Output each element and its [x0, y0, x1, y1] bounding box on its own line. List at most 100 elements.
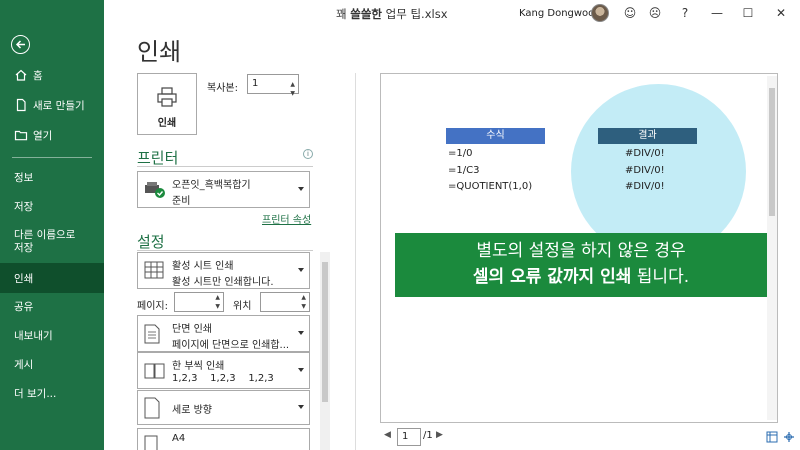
sides-title: 단면 인쇄 — [172, 324, 212, 335]
sidebar-item-label: 열기 — [33, 129, 53, 142]
collate-dropdown[interactable]: 한 부씩 인쇄 1,2,3 1,2,3 1,2,3 — [137, 352, 310, 389]
copies-input[interactable]: 1 ▲ ▼ — [247, 74, 299, 97]
callout-line2-rest: 됩니다. — [631, 267, 690, 287]
print-preview: 수식 결과 =1/0 #DIV/0! =1/C3 #DIV/0! =QUOTIE… — [380, 73, 778, 423]
sidebar-item-label: 공유 — [14, 300, 34, 313]
annotation-callout: 별도의 설정을 하지 않은 경우 셀의 오류 값까지 인쇄 됩니다. — [395, 233, 767, 297]
spin-down-icon[interactable]: ▼ — [290, 85, 295, 103]
pages-label: 페이지: — [137, 301, 168, 312]
printer-dropdown[interactable]: 오픈잇_흑백복합기 준비 — [137, 171, 310, 208]
sidebar-item-print[interactable]: 인쇄 — [0, 263, 104, 293]
open-folder-icon — [14, 130, 28, 141]
sidebar-item-info[interactable]: 정보 — [0, 162, 104, 192]
chevron-down-icon — [298, 404, 304, 409]
printer-ready-icon — [145, 182, 165, 198]
printer-name: 오픈잇_흑백복합기 — [172, 180, 251, 191]
printer-properties-link[interactable]: 프린터 속성 — [262, 211, 311, 226]
pane-divider — [355, 73, 356, 450]
print-button[interactable]: 인쇄 — [137, 73, 197, 135]
sidebar-item-label: 내보내기 — [14, 329, 53, 342]
sidebar-item-label: 저장 — [14, 200, 34, 213]
orientation-dropdown[interactable]: 세로 방향 — [137, 390, 310, 425]
sides-dropdown[interactable]: 단면 인쇄 페이지에 단면으로 인쇄합... — [137, 315, 310, 352]
spin-up-icon[interactable]: ▲ — [215, 294, 220, 301]
sidebar-item-new[interactable]: 새로 만들기 — [0, 90, 104, 120]
zoom-to-page-icon[interactable] — [783, 431, 795, 443]
avatar[interactable] — [591, 4, 609, 22]
copies-value: 1 — [252, 78, 259, 89]
sidebar-item-publish[interactable]: 게시 — [0, 349, 104, 379]
spin-down-icon[interactable]: ▼ — [301, 303, 306, 310]
user-name[interactable]: Kang Dongwoo — [519, 8, 594, 19]
portrait-page-icon — [144, 397, 160, 419]
smile-icon[interactable]: ☺ — [622, 5, 638, 21]
new-file-icon — [16, 98, 26, 112]
sidebar-item-label: 홈 — [33, 69, 43, 82]
paper-size-title: A4 — [172, 433, 186, 444]
title-bar: 꽤 쓸쓸한 업무 팁.xlsx Kang Dongwoo ☺ ☹ ? — ☐ ✕ — [104, 0, 800, 28]
pages-from-input[interactable]: ▲ ▼ — [174, 292, 224, 312]
sidebar-item-label: 정보 — [14, 171, 34, 184]
frown-icon[interactable]: ☹ — [647, 5, 663, 21]
maximize-icon[interactable]: ☐ — [740, 5, 756, 21]
page-number-input[interactable]: 1 — [397, 428, 421, 446]
table-cell-formula: =1/0 — [448, 148, 473, 159]
sidebar-item-more[interactable]: 더 보기... — [0, 378, 104, 408]
document-title: 꽤 쓸쓸한 업무 팁.xlsx — [336, 6, 448, 22]
scrollbar-thumb[interactable] — [769, 88, 775, 216]
pages-to-input[interactable]: ▲ ▼ — [260, 292, 310, 312]
sidebar-item-save[interactable]: 저장 — [0, 191, 104, 221]
sheet-grid-icon — [144, 261, 164, 279]
orientation-title: 세로 방향 — [172, 405, 212, 416]
sidebar-item-export[interactable]: 내보내기 — [0, 320, 104, 350]
sidebar-item-home[interactable]: 홈 — [0, 60, 104, 90]
spin-down-icon[interactable]: ▼ — [215, 303, 220, 310]
sides-desc: 페이지에 단면으로 인쇄합... — [172, 340, 290, 351]
printer-section-title: 프린터 — [137, 149, 179, 167]
document-title-suffix: 업무 팁.xlsx — [382, 7, 448, 21]
paper-size-dropdown[interactable]: A4 — [137, 428, 310, 450]
next-page-icon[interactable]: ▶ — [436, 430, 443, 440]
prev-page-icon[interactable]: ◀ — [384, 430, 391, 440]
sidebar-divider — [12, 157, 92, 158]
collate-icon — [144, 363, 165, 379]
table-cell-result: #DIV/0! — [625, 165, 665, 176]
preview-scrollbar[interactable] — [767, 76, 777, 420]
callout-line1: 별도의 설정을 하지 않은 경우 — [476, 241, 686, 261]
print-what-dropdown[interactable]: 활성 시트 인쇄 활성 시트만 인쇄합니다. — [137, 252, 310, 289]
callout-line2: 셀의 오류 값까지 인쇄 됩니다. — [395, 264, 767, 290]
close-icon[interactable]: ✕ — [773, 5, 789, 21]
print-what-title: 활성 시트 인쇄 — [172, 261, 234, 272]
section-divider — [137, 250, 313, 251]
printer-status: 준비 — [172, 196, 191, 207]
sidebar-item-label: 더 보기... — [14, 387, 57, 400]
callout-line2-bold: 셀의 오류 값까지 인쇄 — [472, 267, 632, 287]
info-icon[interactable]: i — [303, 149, 313, 159]
collate-title: 한 부씩 인쇄 — [172, 361, 225, 372]
chevron-down-icon — [298, 367, 304, 372]
chevron-down-icon — [298, 330, 304, 335]
minimize-icon[interactable]: — — [709, 5, 725, 21]
page-title: 인쇄 — [137, 38, 182, 66]
show-margins-icon[interactable] — [766, 431, 778, 443]
sidebar-item-label: 인쇄 — [14, 272, 34, 285]
pages-to-label: 위치 — [233, 301, 252, 312]
help-icon[interactable]: ? — [677, 5, 693, 21]
settings-scrollbar[interactable] — [320, 252, 330, 450]
page-total: /1 — [423, 430, 433, 441]
table-cell-formula: =QUOTIENT(1,0) — [448, 181, 533, 192]
scrollbar-thumb[interactable] — [322, 262, 328, 402]
spin-up-icon[interactable]: ▲ — [301, 294, 306, 301]
printer-icon — [157, 87, 177, 107]
collate-desc: 1,2,3 1,2,3 1,2,3 — [172, 373, 274, 384]
sidebar-item-save-as[interactable]: 다른 이름으로 저장 — [0, 226, 104, 260]
table-cell-result: #DIV/0! — [625, 148, 665, 159]
sidebar-item-open[interactable]: 열기 — [0, 120, 104, 150]
home-icon — [15, 69, 27, 81]
sidebar-item-label: 새로 만들기 — [33, 99, 85, 112]
back-arrow-icon[interactable] — [11, 35, 30, 54]
settings-section-title: 설정 — [137, 233, 165, 251]
sidebar-item-share[interactable]: 공유 — [0, 291, 104, 321]
print-what-desc: 활성 시트만 인쇄합니다. — [172, 277, 274, 288]
document-title-prefix: 꽤 — [336, 7, 351, 21]
